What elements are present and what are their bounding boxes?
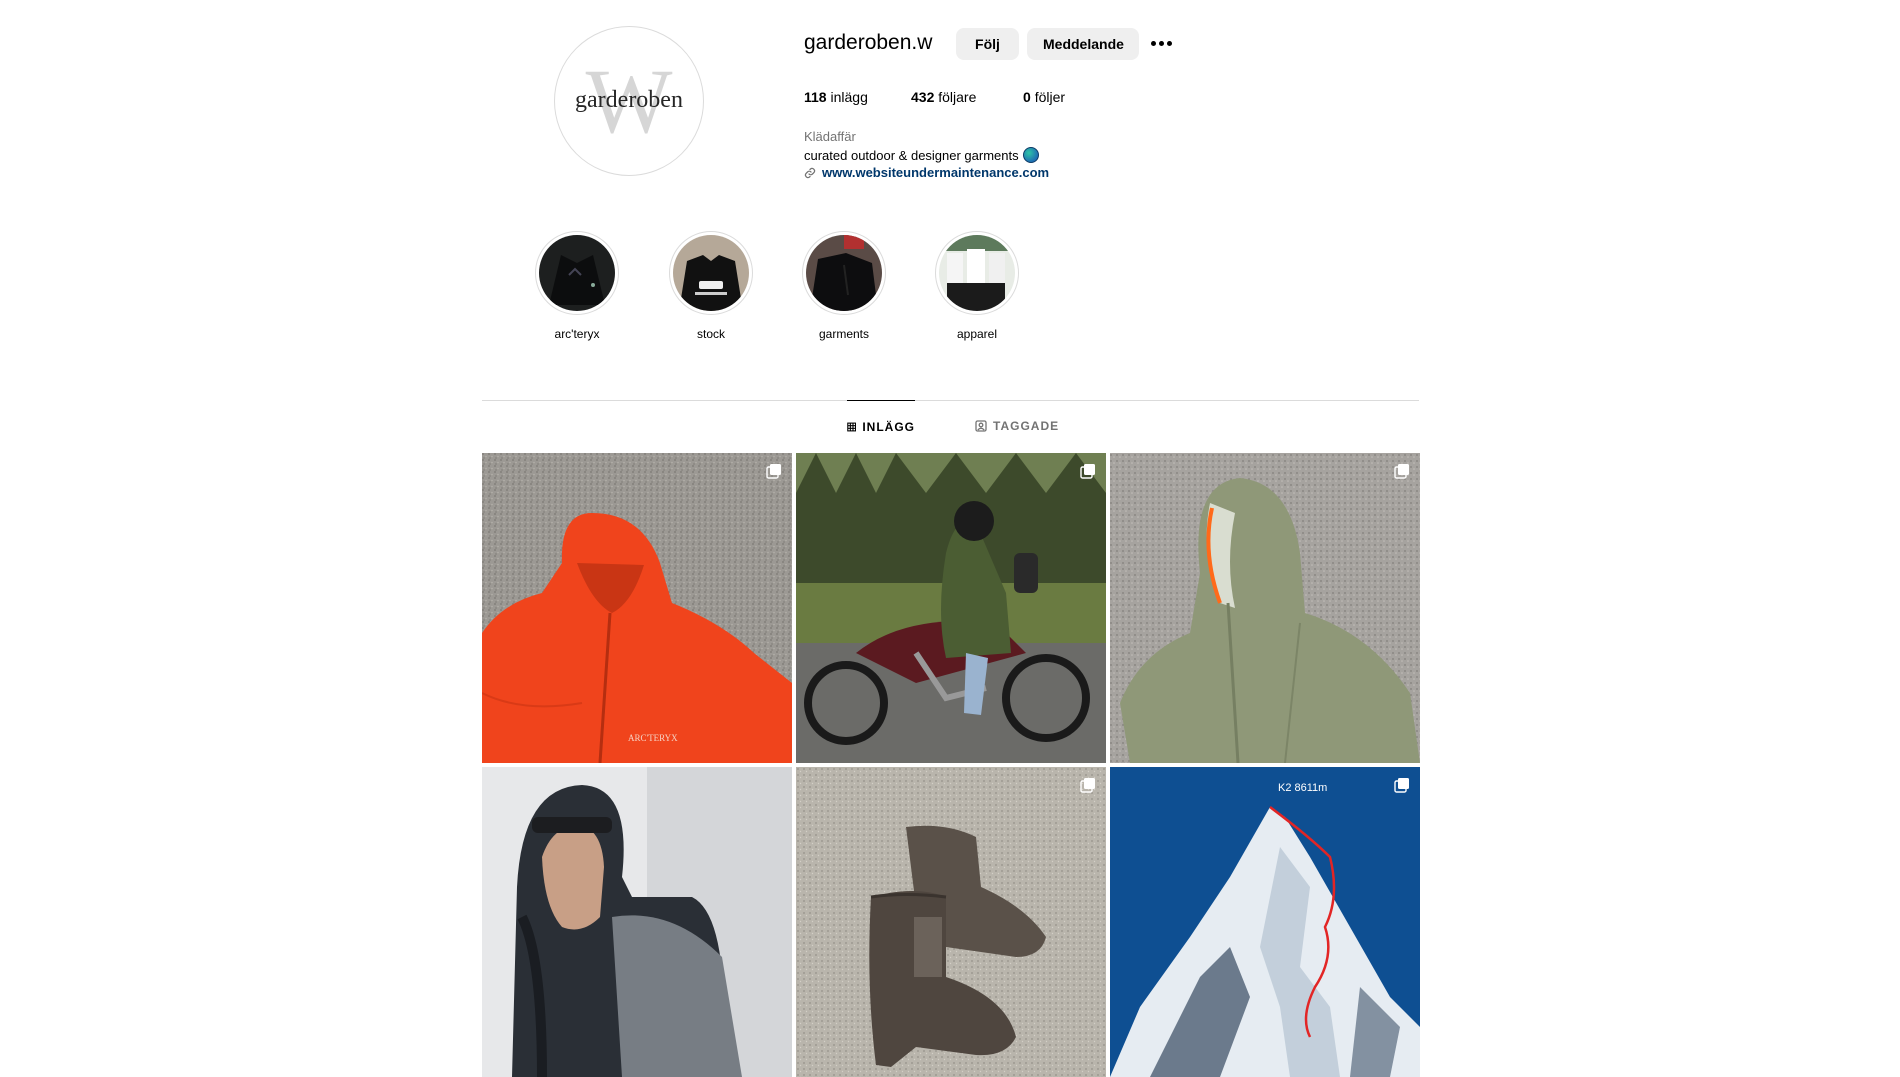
message-button[interactable]: Meddelande [1027, 28, 1139, 60]
post-image: K2 8611m [1110, 767, 1420, 1077]
highlight-label: garments [818, 327, 870, 341]
following-stat[interactable]: 0 följer [1023, 89, 1065, 105]
posts-count: 118 [804, 89, 827, 105]
bio-text: curated outdoor & designer garments [804, 147, 1019, 163]
highlight-ring [669, 231, 753, 315]
post-tile[interactable]: K2 8611m [1110, 767, 1420, 1077]
carousel-icon [1394, 778, 1409, 793]
post-image [1110, 453, 1420, 763]
profile-website-link[interactable]: www.websiteundermaintenance.com [804, 165, 1049, 180]
highlight-ring [802, 231, 886, 315]
post-tile[interactable]: ARC'TERYX [482, 453, 792, 763]
carousel-icon [1394, 464, 1409, 479]
following-stat-label: följer [1034, 89, 1066, 105]
follow-button[interactable]: Följ [956, 28, 1019, 60]
k2-caption: K2 8611m [1278, 782, 1327, 794]
carousel-icon [1080, 464, 1095, 479]
highlight-label: stock [696, 327, 725, 341]
post-tile[interactable] [482, 767, 792, 1077]
grid-icon [847, 422, 857, 432]
followers-stat[interactable]: 432 följare [911, 89, 976, 105]
post-image: ARC'TERYX [482, 453, 792, 763]
tab-posts[interactable]: INLÄGG [847, 400, 915, 453]
highlight-cover-image [673, 235, 749, 311]
profile-page: W garderoben garderoben.w Följ Meddeland… [0, 0, 1900, 1077]
highlight-ring [935, 231, 1019, 315]
following-count: 0 [1023, 89, 1031, 105]
post-tile[interactable] [796, 767, 1106, 1077]
highlight-garments[interactable]: garments [799, 231, 889, 341]
post-tile[interactable] [1110, 453, 1420, 763]
tabs-divider [482, 400, 1419, 401]
highlight-label: apparel [956, 327, 998, 341]
post-image [796, 453, 1106, 763]
tab-tagged[interactable]: TAGGADE [975, 400, 1059, 452]
profile-avatar[interactable]: W garderoben [554, 26, 704, 176]
post-image [796, 767, 1106, 1077]
highlight-label: arc'teryx [554, 327, 600, 341]
followers-stat-label: följare [938, 89, 977, 105]
highlight-cover-image [939, 235, 1015, 311]
highlight-cover-image [806, 235, 882, 311]
link-icon [804, 167, 816, 178]
followers-count: 432 [911, 89, 935, 105]
website-link-text: www.websiteundermaintenance.com [822, 165, 1050, 180]
tagged-icon [975, 420, 987, 432]
post-tile[interactable] [796, 453, 1106, 763]
highlight-apparel[interactable]: apparel [932, 231, 1022, 341]
more-options-icon[interactable] [1150, 36, 1174, 52]
posts-stat[interactable]: 118 inlägg [804, 89, 868, 105]
post-image [482, 767, 792, 1077]
highlight-ring [535, 231, 619, 315]
carousel-icon [1080, 778, 1095, 793]
svg-text:ARC'TERYX: ARC'TERYX [628, 733, 678, 743]
highlight-cover-image [539, 235, 615, 311]
globe-emoji-icon [1022, 147, 1039, 163]
profile-bio: curated outdoor & designer garments [804, 147, 1039, 163]
avatar-wordmark: garderoben [575, 87, 683, 113]
posts-stat-label: inlägg [830, 89, 868, 105]
highlight-arcteryx[interactable]: arc'teryx [532, 231, 622, 341]
tab-tagged-label: TAGGADE [993, 419, 1060, 433]
profile-username: garderoben.w [804, 31, 933, 54]
tab-posts-label: INLÄGG [862, 420, 915, 434]
highlight-stock[interactable]: stock [666, 231, 756, 341]
profile-category: Klädaffär [804, 129, 856, 144]
carousel-icon [766, 464, 781, 479]
